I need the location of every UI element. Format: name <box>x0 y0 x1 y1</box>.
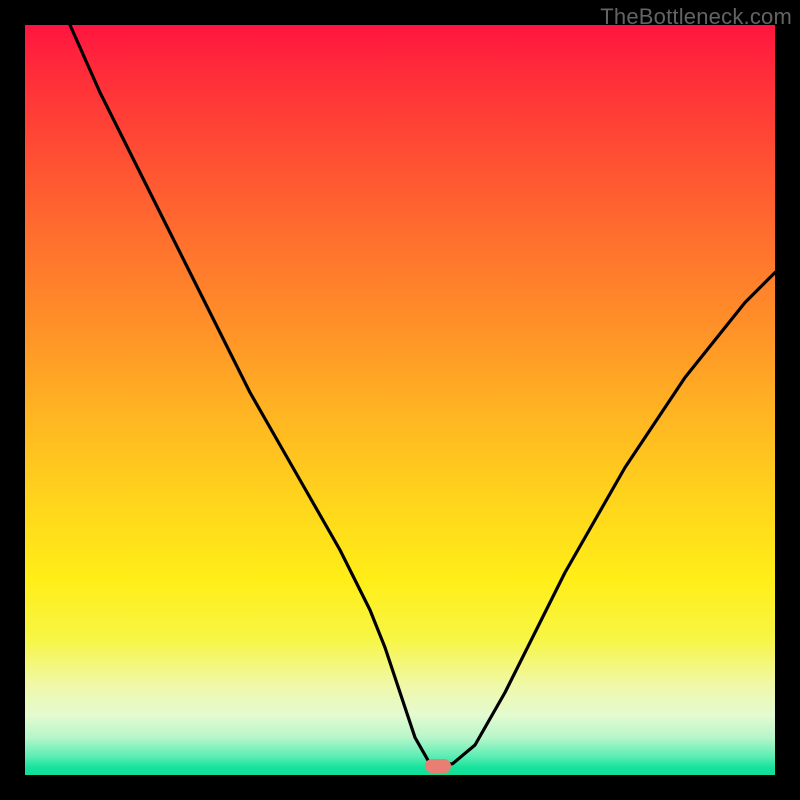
plot-area <box>25 25 775 775</box>
watermark-text: TheBottleneck.com <box>600 4 792 30</box>
curve-svg <box>25 25 775 775</box>
minimum-marker <box>425 759 451 773</box>
chart-frame: TheBottleneck.com <box>0 0 800 800</box>
bottleneck-curve <box>70 25 775 764</box>
